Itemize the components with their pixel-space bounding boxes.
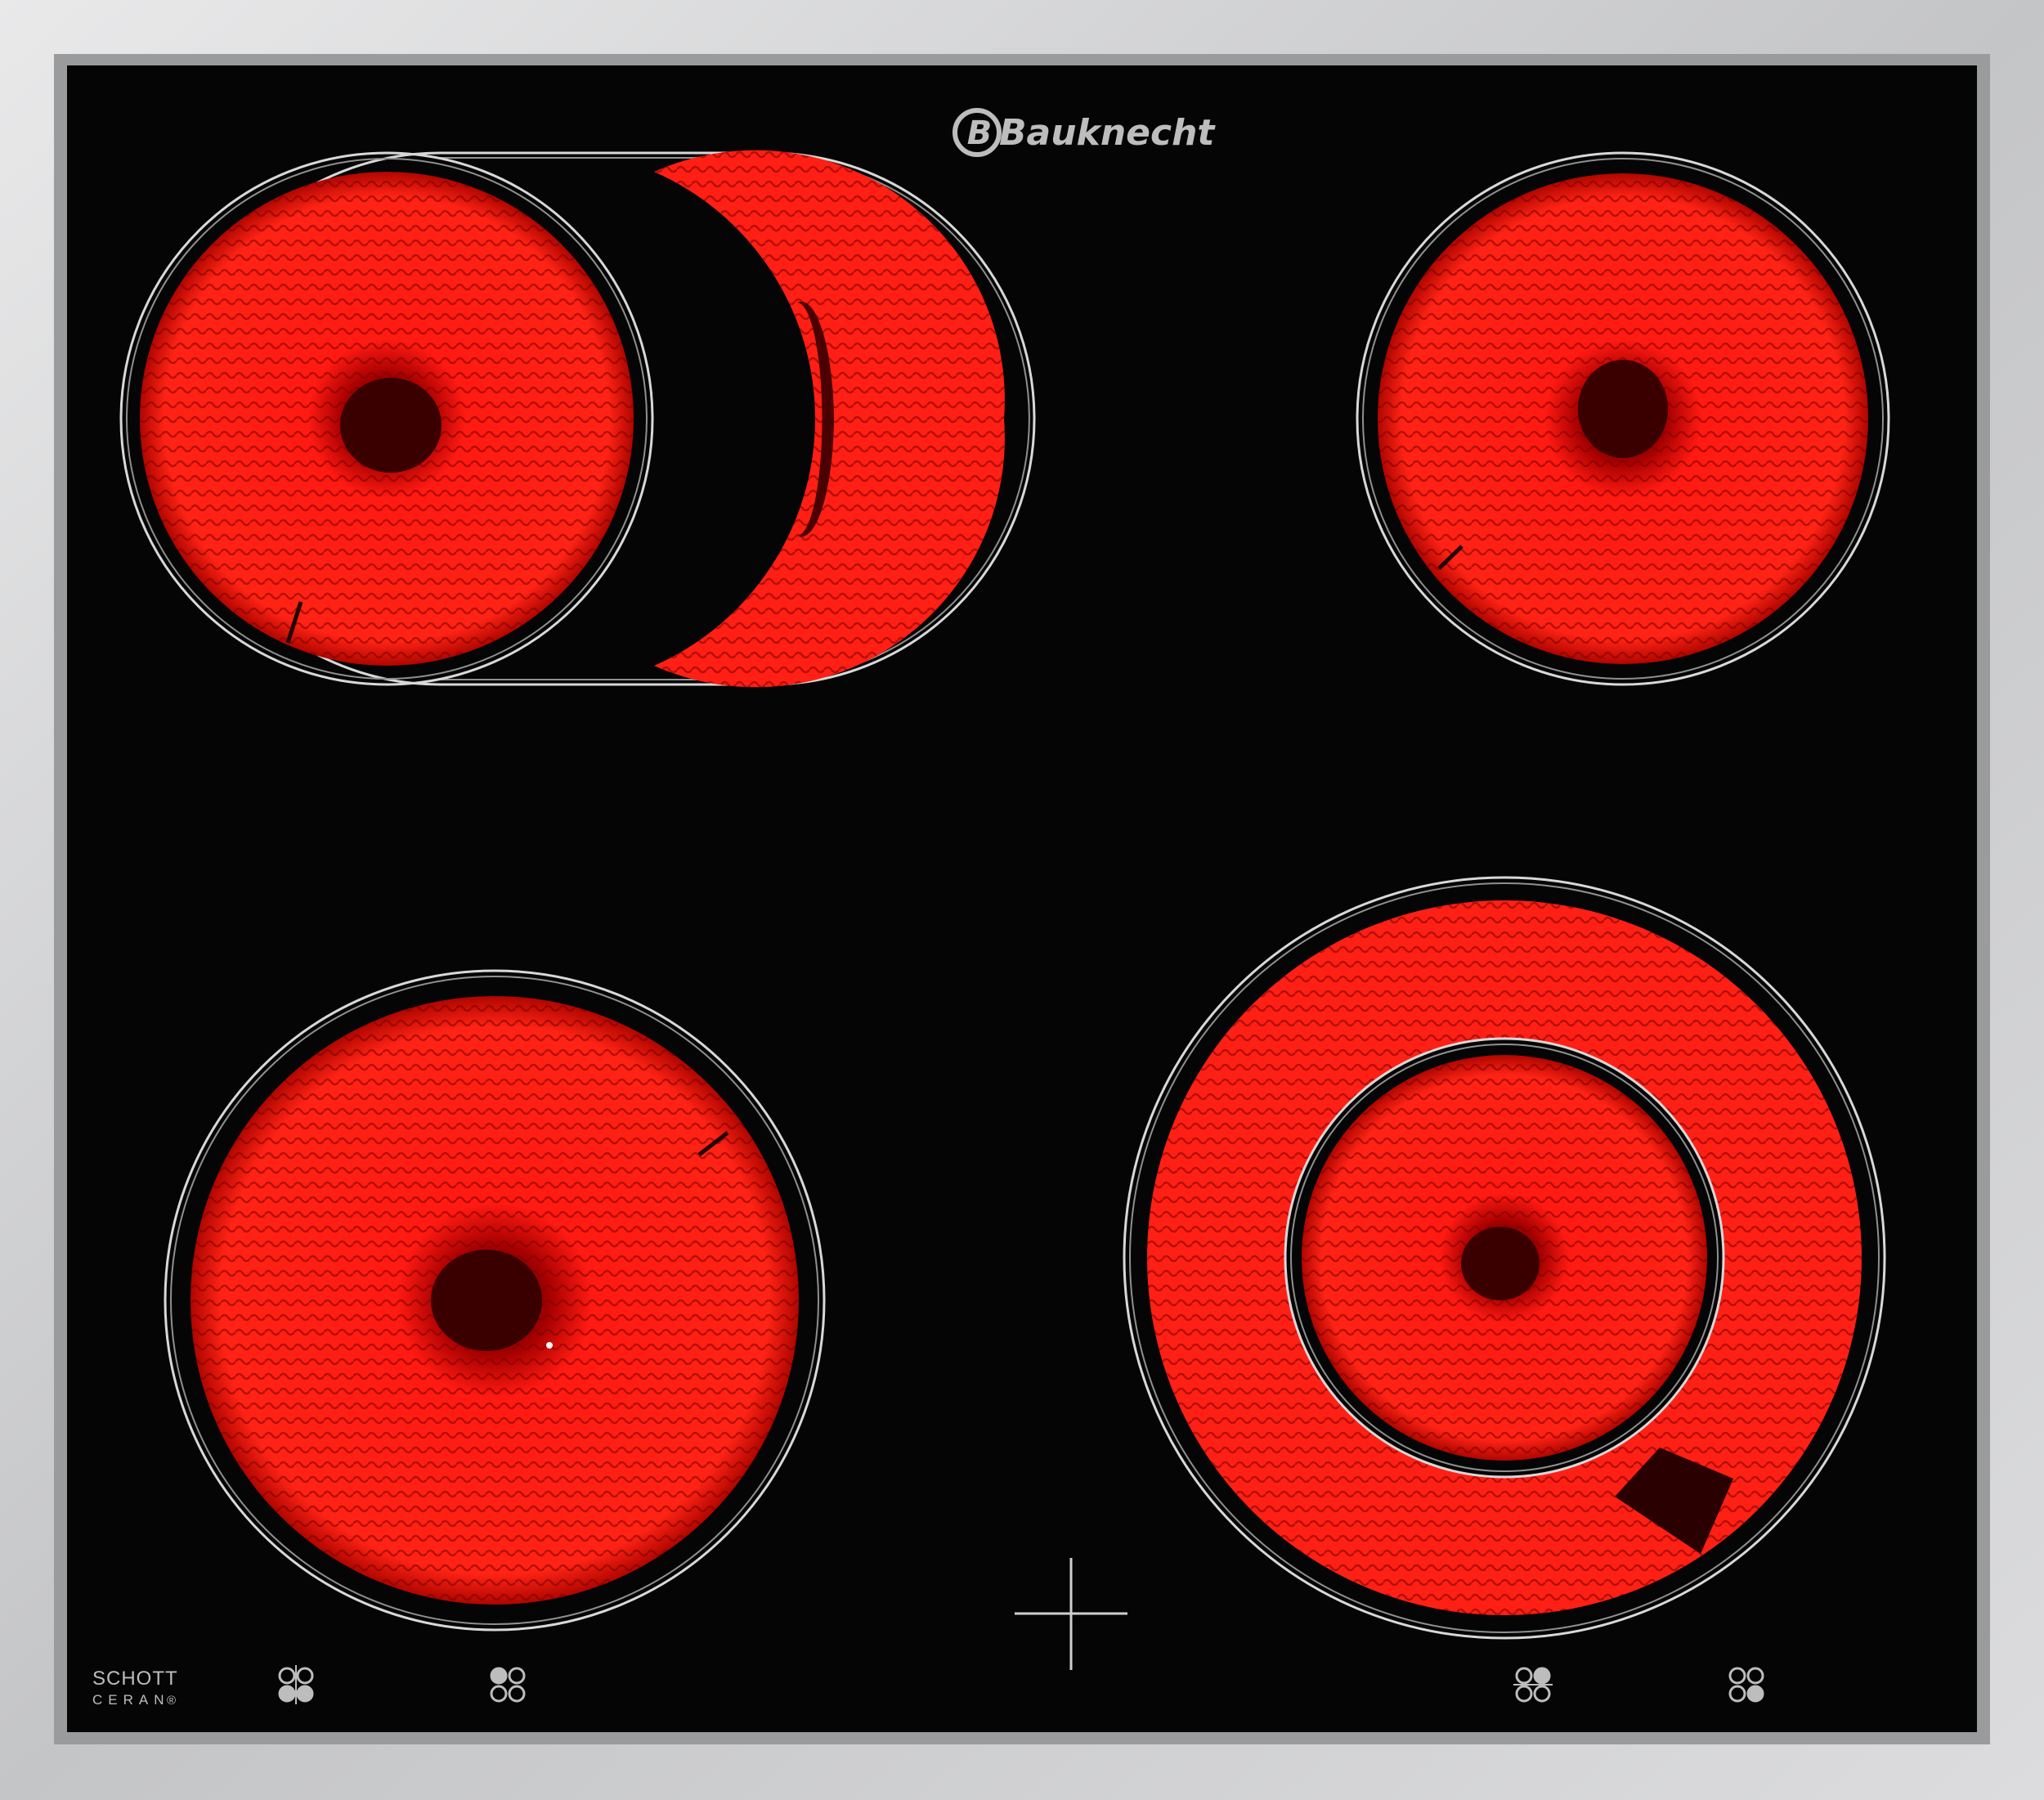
brand-name: Bauknecht — [999, 112, 1216, 154]
schott-ceran-line1: SCHOTT — [92, 1668, 178, 1690]
indicator-dot-bottom-right — [296, 1685, 314, 1703]
indicator-dot-bottom-left — [278, 1685, 296, 1703]
heating-element-core — [431, 1250, 542, 1351]
light-reflection — [546, 1342, 553, 1349]
heating-element-core — [1578, 360, 1668, 458]
indicator-dot-top-right — [1533, 1667, 1551, 1685]
ceramic-hob-photo: B Bauknecht SCHOTT CERAN ® — [0, 0, 2044, 1800]
schott-ceran-registered: ® — [167, 1694, 176, 1708]
indicator-dot-bottom-right — [1746, 1685, 1764, 1703]
brand-logo-mark: B — [967, 114, 993, 152]
schott-ceran-label: SCHOTT CERAN ® — [92, 1668, 178, 1708]
indicator-dot-top-left — [490, 1667, 508, 1685]
heating-element-main-core — [340, 378, 442, 473]
schott-ceran-line2: CERAN — [92, 1692, 170, 1708]
heating-element-inner-core — [1461, 1227, 1540, 1300]
